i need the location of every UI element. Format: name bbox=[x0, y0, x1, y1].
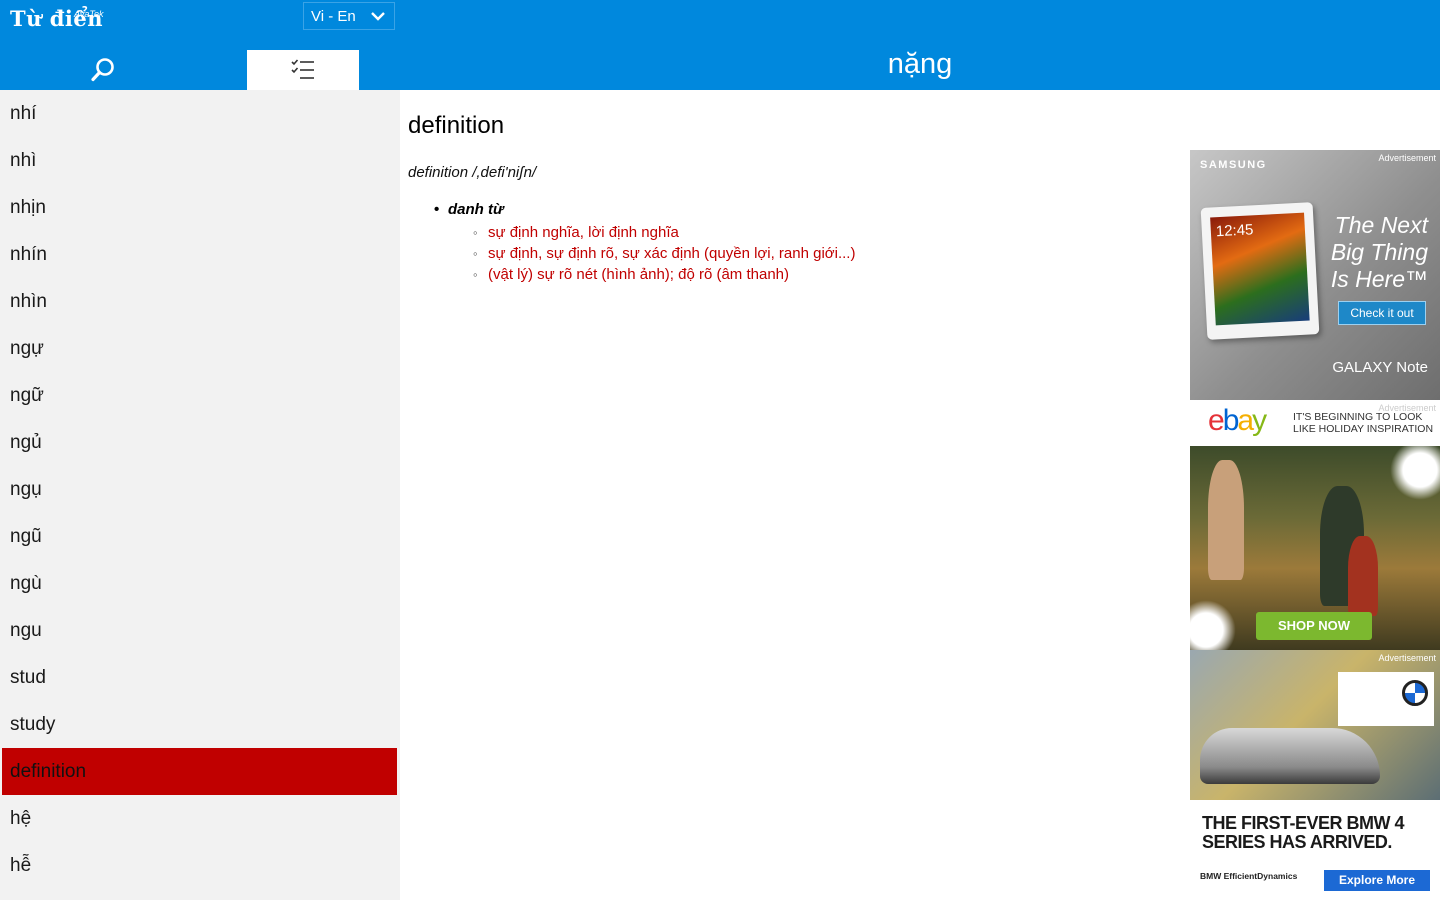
flower-decoration bbox=[1390, 440, 1440, 500]
word-list-item[interactable]: ngu bbox=[0, 607, 400, 654]
sidebar: Từ điển AvaTek Vi - En nhí nhì nhịn nhín… bbox=[0, 0, 400, 900]
samsung-headline-line: Big Thing bbox=[1330, 239, 1428, 265]
car-image bbox=[1200, 728, 1380, 784]
word-list-item[interactable]: nhín bbox=[0, 231, 400, 278]
samsung-model: GALAXY Note bbox=[1332, 359, 1428, 376]
tab-search[interactable] bbox=[0, 50, 205, 90]
part-of-speech: danh từ bbox=[434, 200, 855, 220]
sense-item: (vật lý) sự rõ nét (hình ảnh); độ rõ (âm… bbox=[473, 264, 855, 285]
language-select[interactable]: Vi - En bbox=[303, 2, 395, 30]
person-figure bbox=[1208, 460, 1244, 580]
entry-headword: definition bbox=[408, 112, 505, 139]
sense-item: sự định, sự định rõ, sự xác định (quyền … bbox=[473, 243, 855, 264]
word-list-item[interactable]: nhì bbox=[0, 137, 400, 184]
ebay-family-photo: SHOP NOW bbox=[1190, 440, 1440, 650]
word-list-item[interactable]: nhịn bbox=[0, 184, 400, 231]
ad-samsung[interactable]: Advertisement SAMSUNG 12:45 The Next Big… bbox=[1190, 150, 1440, 400]
app-logo: Từ điển AvaTek bbox=[10, 6, 104, 31]
samsung-headline-line: Is Here™ bbox=[1330, 266, 1428, 292]
entry-pronunciation: definition /,defi'niʃn/ bbox=[408, 164, 537, 181]
page-title: nặng bbox=[887, 48, 953, 80]
bmw-car-photo: Advertisement bbox=[1190, 650, 1440, 800]
word-list-item[interactable]: ngủ bbox=[0, 419, 400, 466]
ad-rail: Advertisement SAMSUNG 12:45 The Next Big… bbox=[1190, 150, 1440, 900]
ebay-header: Advertisement ebay IT'S BEGINNING TO LOO… bbox=[1190, 400, 1440, 446]
samsung-cta-button[interactable]: Check it out bbox=[1338, 301, 1426, 325]
tablet-screen: 12:45 bbox=[1210, 212, 1310, 326]
ad-label: Advertisement bbox=[1378, 153, 1436, 163]
ad-bmw[interactable]: Advertisement THE FIRST-EVER BMW 4 SERIE… bbox=[1190, 650, 1440, 900]
top-bar: nặng bbox=[400, 0, 1440, 90]
ad-label: Advertisement bbox=[1378, 653, 1436, 663]
word-list-item[interactable]: nhìn bbox=[0, 278, 400, 325]
word-list-item[interactable]: hệ bbox=[0, 795, 400, 842]
bmw-headline: THE FIRST-EVER BMW 4 SERIES HAS ARRIVED. bbox=[1202, 813, 1405, 852]
samsung-headline: The Next Big Thing Is Here™ bbox=[1318, 212, 1428, 293]
samsung-headline-line: The Next bbox=[1334, 212, 1428, 238]
shop-now-button[interactable]: SHOP NOW bbox=[1256, 612, 1372, 640]
ebay-logo: ebay bbox=[1208, 404, 1267, 437]
tablet-image: 12:45 bbox=[1200, 202, 1320, 340]
samsung-logo: SAMSUNG bbox=[1200, 159, 1267, 171]
app-brand: AvaTek bbox=[74, 9, 104, 19]
tablet-clock: 12:45 bbox=[1215, 221, 1254, 241]
word-list-item[interactable]: hễ bbox=[0, 842, 400, 889]
word-list-item[interactable]: study bbox=[0, 701, 400, 748]
bmw-logo-icon bbox=[1402, 680, 1428, 706]
word-list-item[interactable]: ngũ bbox=[0, 513, 400, 560]
bmw-tagline: BMW EfficientDynamics bbox=[1200, 871, 1298, 881]
word-list-item[interactable]: ngự bbox=[0, 325, 400, 372]
word-list-item[interactable]: stud bbox=[0, 654, 400, 701]
language-select-label: Vi - En bbox=[311, 8, 356, 25]
sidebar-header: Từ điển AvaTek Vi - En bbox=[0, 0, 400, 90]
word-list-item[interactable]: ngù bbox=[0, 560, 400, 607]
flower-decoration bbox=[1190, 600, 1236, 650]
checklist-icon bbox=[291, 59, 314, 79]
ad-ebay[interactable]: Advertisement ebay IT'S BEGINNING TO LOO… bbox=[1190, 400, 1440, 650]
chevron-down-icon bbox=[371, 12, 385, 21]
search-icon bbox=[90, 58, 114, 82]
word-list-item-selected[interactable]: definition bbox=[2, 748, 397, 795]
word-list-item[interactable]: nhí bbox=[0, 90, 400, 137]
person-figure bbox=[1348, 536, 1378, 616]
tab-word-list[interactable] bbox=[247, 50, 359, 90]
part-of-speech-block: danh từ sự định nghĩa, lời định nghĩa sự… bbox=[434, 200, 855, 285]
word-list: nhí nhì nhịn nhín nhìn ngự ngữ ngủ ngụ n… bbox=[0, 90, 400, 889]
explore-more-button[interactable]: Explore More bbox=[1324, 870, 1430, 891]
app-window: Từ điển AvaTek Vi - En nhí nhì nhịn nhín… bbox=[0, 0, 1440, 900]
sense-item: sự định nghĩa, lời định nghĩa bbox=[473, 222, 855, 243]
ebay-tagline: IT'S BEGINNING TO LOOK LIKE HOLIDAY INSP… bbox=[1293, 411, 1434, 435]
word-list-item[interactable]: ngụ bbox=[0, 466, 400, 513]
definition-panel: definition definition /,defi'niʃn/ danh … bbox=[400, 90, 1190, 900]
word-list-item[interactable]: ngữ bbox=[0, 372, 400, 419]
sense-list: sự định nghĩa, lời định nghĩa sự định, s… bbox=[473, 222, 855, 285]
